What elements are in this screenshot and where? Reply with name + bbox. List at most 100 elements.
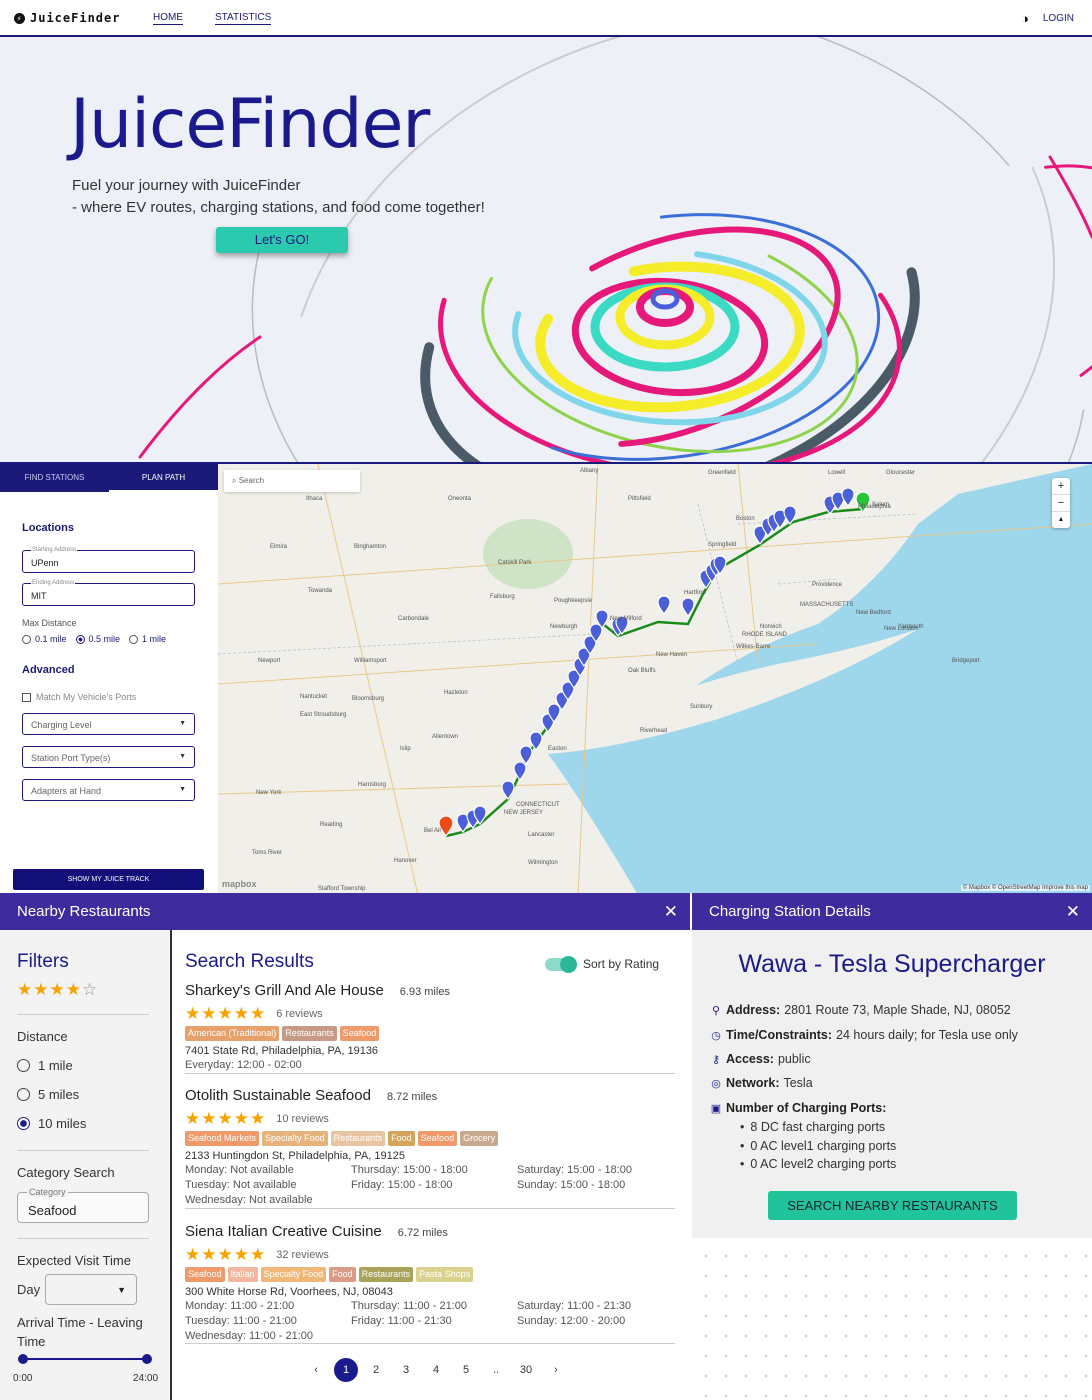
map-canvas[interactable] [218,464,1092,893]
map-place-label: RHODE ISLAND [742,632,788,638]
restaurant-address: 2133 Huntingdon St, Philadelphia, PA, 19… [185,1150,405,1162]
map-place-label: Fallsburg [490,594,515,600]
restaurant-distance: 6.93 miles [399,986,450,998]
hours-entry: Saturday: 11:00 - 21:30 [517,1300,632,1312]
close-icon[interactable]: ✕ [1066,893,1080,930]
category-tag: Food [329,1267,356,1282]
visit-time-label: Expected Visit Time [17,1253,131,1268]
station-pin-icon[interactable] [513,761,527,782]
opening-hours: Everyday: 12:00 - 02:00 [185,1058,675,1073]
restaurant-result[interactable]: Siena Italian Creative Cuisine 6.72 miles… [185,1223,675,1344]
category-input[interactable]: Category Seafood [17,1187,149,1223]
station-pin-icon[interactable] [519,745,533,766]
slider-end-handle[interactable] [142,1354,152,1364]
prev-page-icon[interactable]: ‹ [304,1358,328,1382]
distance-option-1[interactable]: 1 mile [129,634,166,644]
match-ports-checkbox[interactable]: Match My Vehicle's Ports [22,692,136,702]
station-pin-icon[interactable] [501,780,515,801]
category-tag: Restaurants [330,1131,386,1146]
charging-level-select[interactable]: Charging Level ▼ [22,713,195,735]
distance-option-0-1[interactable]: 0.1 mile [22,634,67,644]
restaurant-result[interactable]: Sharkey's Grill And Ale House 6.93 miles ★… [185,982,675,1073]
zoom-in-button[interactable]: + [1052,478,1070,494]
rating-stars: ★★★★★ [185,1004,267,1023]
category-tag: Italian [227,1267,258,1282]
map-place-label: Lowell [828,470,846,476]
tab-plan-path[interactable]: PLAN PATH [109,464,218,492]
lets-go-button[interactable]: Let's GO! [216,227,348,253]
map-search-input[interactable]: ⌕ Search [224,470,360,492]
restaurant-name[interactable]: Sharkey's Grill And Ale House [185,982,384,999]
map-place-label: Sunbury [690,704,713,710]
map-zoom-controls: + − ▲ [1052,478,1070,528]
theme-toggle-icon[interactable]: ◑ [1021,11,1029,26]
map-attribution[interactable]: © Mapbox © OpenStreetMap Improve this ma… [960,885,1090,891]
nav-home-link[interactable]: HOME [153,12,183,25]
restaurant-name[interactable]: Siena Italian Creative Cuisine [185,1223,382,1240]
station-pin-icon[interactable] [657,595,671,616]
sort-by-rating-toggle[interactable]: Sort by Rating [545,955,659,973]
page-button[interactable]: 1 [334,1358,358,1382]
map-place-label: Ithaca [306,496,323,502]
ending-address-field[interactable]: Ending Address MIT [22,580,195,606]
map-place-label: Binghamton [354,544,387,550]
day-select[interactable]: ▼ [45,1274,137,1305]
map-place-label: Carbondale [398,616,430,622]
location-pin-icon: ⚲ [711,1004,721,1017]
nav-statistics-link[interactable]: STATISTICS [215,12,272,25]
login-link[interactable]: LOGIN [1043,13,1074,24]
adapters-select[interactable]: Adapters at Hand ▼ [22,779,195,801]
show-juice-track-button[interactable]: SHOW MY JUICE TRACK [13,869,204,890]
distance-filter-5-miles[interactable]: 5 miles [17,1087,79,1102]
rating-filter[interactable]: ★★★★☆ [17,980,98,1000]
hours-entry: Sunday: 15:00 - 18:00 [517,1179,626,1191]
page-button[interactable]: 4 [424,1358,448,1382]
starting-address-field[interactable]: Starting Address UPenn [22,547,195,573]
key-icon: ⚷ [711,1053,721,1066]
category-tag: Seafood [417,1131,458,1146]
map-place-label: New Haven [656,652,688,658]
restaurant-distance: 8.72 miles [386,1091,438,1103]
search-results: Search Results Sort by Rating Sharkey's … [174,930,690,1400]
time-range-slider[interactable] [22,1358,148,1360]
station-network: ◎ Network: Tesla [711,1076,813,1090]
map-place-label: Harrisburg [358,782,387,788]
zoom-out-button[interactable]: − [1052,494,1070,511]
distance-option-0-5[interactable]: 0.5 mile [75,634,120,644]
next-page-icon[interactable]: › [544,1358,568,1382]
compass-button[interactable]: ▲ [1052,511,1070,528]
restaurant-name[interactable]: Otolith Sustainable Seafood [185,1087,371,1104]
pagination: ‹ 1 2 3 4 5.. 30 › [304,1358,568,1382]
page-button[interactable]: 30 [514,1358,538,1382]
distance-filter-1-mile[interactable]: 1 mile [17,1058,73,1073]
search-nearby-restaurants-button[interactable]: SEARCH NEARBY RESTAURANTS [768,1191,1017,1220]
distance-filter-10-miles[interactable]: 10 miles [17,1116,86,1131]
route-map[interactable]: ⌕ Search + − ▲ mapbox © Mapbox © OpenStr… [218,462,1092,893]
page-button[interactable]: 5 [454,1358,478,1382]
map-place-label: Riverhead [640,728,668,734]
map-place-label: Boston [736,516,755,522]
hours-entry: Friday: 15:00 - 18:00 [351,1179,453,1191]
map-place-label: Greenfield [708,470,736,476]
tab-find-stations[interactable]: FIND STATIONS [0,464,109,492]
station-pin-icon[interactable] [841,487,855,508]
close-icon[interactable]: ✕ [664,893,678,930]
brand-logo[interactable]: ⚡ JuiceFinder [14,11,120,25]
page-button: .. [492,1364,500,1376]
category-tag: Pasta Shops [416,1267,474,1282]
page-button[interactable]: 2 [364,1358,388,1382]
hours-entry: Thursday: 15:00 - 18:00 [351,1164,468,1176]
restaurant-result[interactable]: Otolith Sustainable Seafood 8.72 miles ★★★… [185,1087,675,1208]
rating-stars: ★★★★★ [185,1245,267,1264]
station-name: Wawa - Tesla Supercharger [738,950,1046,978]
map-place-label: Islip [400,746,411,752]
hours-entry: Saturday: 15:00 - 18:00 [517,1164,632,1176]
map-place-label: Easton [548,746,567,752]
review-count: 10 reviews [276,1113,329,1125]
map-place-label: New Bedford [856,610,891,616]
restaurants-panel-header: Nearby Restaurants ✕ [0,893,690,930]
map-place-label: Toms River [252,850,283,856]
slider-start-handle[interactable] [18,1354,28,1364]
port-type-select[interactable]: Station Port Type(s) ▼ [22,746,195,768]
page-button[interactable]: 3 [394,1358,418,1382]
